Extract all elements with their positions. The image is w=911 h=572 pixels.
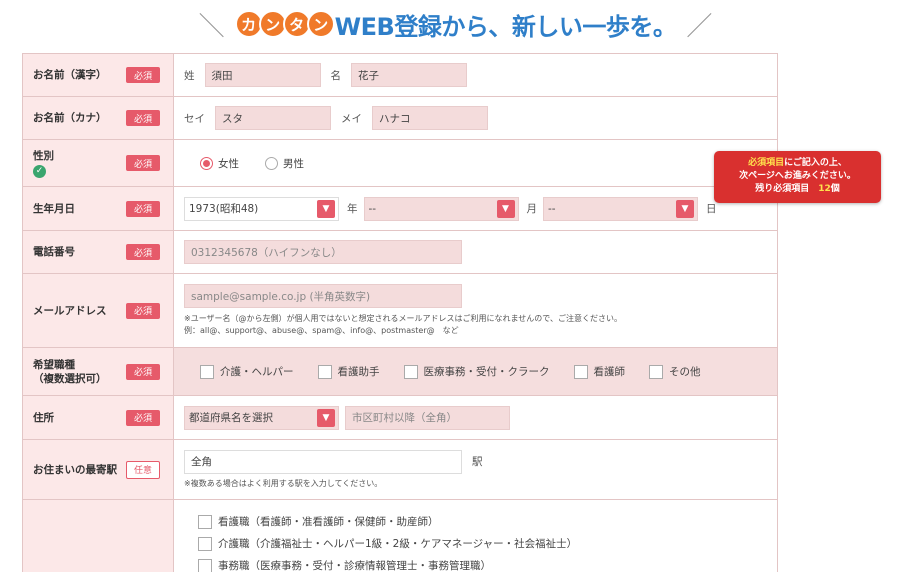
katakana-pills: カ ン タ ン bbox=[234, 10, 335, 38]
required-fields-notice: 必須項目にご記入の上、 次ページへお進みください。 残り必須項目 12個 bbox=[714, 151, 881, 203]
pill-char: ン bbox=[306, 10, 335, 38]
chevron-down-icon: ▼ bbox=[317, 408, 335, 427]
radio-unselected[interactable] bbox=[265, 156, 278, 170]
checkbox[interactable] bbox=[198, 536, 212, 551]
station-note: ※複数ある場合はよく利用する駅を入力してください。 bbox=[184, 478, 383, 488]
job-option[interactable]: 看護師 bbox=[573, 364, 625, 379]
qualification-option[interactable]: 事務職（医療事務・受付・診療情報管理士・事務管理職） bbox=[198, 558, 491, 572]
sei-label: 姓 bbox=[184, 69, 195, 82]
job-option[interactable]: 介護・ヘルパー bbox=[200, 364, 294, 379]
page-header: ＼ カ ン タ ン WEB登録から、新しい一歩を。 ／ bbox=[0, 6, 911, 42]
gender-option-female[interactable]: 女性 bbox=[200, 156, 239, 171]
chevron-down-icon: ▼ bbox=[676, 199, 694, 218]
field-sublabel: （複数選択可） bbox=[33, 372, 107, 385]
birth-month-select[interactable]: -- ▼ bbox=[363, 196, 519, 221]
required-badge: 必須 bbox=[126, 244, 160, 260]
first-name-kana-input[interactable]: ハナコ bbox=[372, 106, 488, 130]
checkbox[interactable] bbox=[649, 364, 663, 379]
required-badge: 必須 bbox=[126, 363, 160, 380]
row-name-kana: お名前（カナ） 必須 セイ スタ メイ ハナコ bbox=[22, 97, 778, 140]
qualification-option[interactable]: 介護職（介護福祉士・ヘルパー1級・2級・ケアマネージャー・社会福祉士） bbox=[198, 536, 577, 551]
station-suffix: 駅 bbox=[472, 456, 483, 468]
field-label: 電話番号 bbox=[33, 246, 75, 258]
chevron-down-icon: ▼ bbox=[317, 199, 335, 218]
field-label: お住まいの最寄駅 bbox=[33, 463, 117, 476]
field-label: 住所 bbox=[33, 411, 54, 424]
field-label: お名前（カナ） bbox=[33, 112, 107, 124]
required-badge: 必須 bbox=[126, 110, 160, 126]
row-birthday: 生年月日 必須 1973(昭和48) ▼ 年 -- ▼ 月 -- ▼ 日 bbox=[22, 187, 778, 231]
header-slash-left: ＼ bbox=[198, 11, 225, 42]
month-unit: 月 bbox=[526, 203, 538, 215]
field-label: メールアドレス bbox=[33, 304, 107, 317]
job-option[interactable]: その他 bbox=[649, 364, 701, 379]
header-slash-right: ／ bbox=[686, 11, 713, 42]
registration-form: お名前（漢字） 必須 姓 須田 名 花子 お名前（カナ） 必須 セイ スタ メイ… bbox=[22, 53, 778, 572]
mei-kana-label: メイ bbox=[341, 112, 362, 125]
remaining-count: 12 bbox=[818, 184, 831, 194]
required-badge: 必須 bbox=[126, 200, 160, 217]
checkbox[interactable] bbox=[200, 364, 214, 379]
first-name-input[interactable]: 花子 bbox=[351, 63, 467, 87]
qualification-option[interactable]: 看護職（看護師・准看護師・保健師・助産師） bbox=[198, 514, 439, 529]
last-name-input[interactable]: 須田 bbox=[204, 63, 321, 87]
row-nearest-station: お住まいの最寄駅 任意 全角 駅 ※複数ある場合はよく利用する駅を入力してくださ… bbox=[22, 440, 778, 500]
required-badge: 必須 bbox=[126, 302, 160, 319]
sei-kana-label: セイ bbox=[184, 112, 205, 125]
phone-input[interactable]: 0312345678（ハイフンなし） bbox=[184, 240, 462, 264]
checkbox[interactable] bbox=[403, 364, 418, 379]
checkbox[interactable] bbox=[198, 558, 212, 572]
last-name-kana-input[interactable]: スタ bbox=[215, 106, 331, 130]
email-input[interactable]: sample@sample.co.jp (半角英数字) bbox=[184, 284, 462, 308]
field-label: 生年月日 bbox=[33, 202, 75, 215]
checkbox[interactable] bbox=[317, 364, 332, 379]
row-gender: 性別 ✓ 必須 女性 男性 bbox=[22, 140, 778, 187]
required-badge: 必須 bbox=[126, 155, 160, 171]
job-option[interactable]: 看護助手 bbox=[317, 364, 380, 379]
notice-highlight: 必須項目 bbox=[748, 158, 785, 168]
mei-label: 名 bbox=[330, 69, 342, 82]
checkbox[interactable] bbox=[573, 364, 588, 379]
birth-day-select[interactable]: -- ▼ bbox=[543, 196, 698, 221]
check-icon: ✓ bbox=[33, 164, 46, 178]
email-note: ※ユーザー名（@から左側）が個人用ではないと想定されるメールアドレスはご利用にな… bbox=[184, 314, 622, 323]
optional-badge: 任意 bbox=[126, 460, 160, 479]
chevron-down-icon: ▼ bbox=[496, 199, 515, 218]
row-desired-job: 希望職種 （複数選択可） 必須 介護・ヘルパー 看護助手 医療事務・受付・クラー… bbox=[22, 348, 778, 396]
checkbox[interactable] bbox=[198, 514, 212, 529]
prefecture-select[interactable]: 都道府県名を選択 ▼ bbox=[184, 405, 339, 430]
required-badge: 必須 bbox=[126, 409, 160, 426]
required-badge: 必須 bbox=[126, 67, 160, 83]
radio-selected[interactable] bbox=[200, 156, 213, 170]
gender-option-male[interactable]: 男性 bbox=[265, 156, 304, 171]
row-email: メールアドレス 必須 sample@sample.co.jp (半角英数字) ※… bbox=[22, 274, 778, 348]
row-qualifications: 看護職（看護師・准看護師・保健師・助産師） 介護職（介護福祉士・ヘルパー1級・2… bbox=[22, 500, 778, 572]
row-name-kanji: お名前（漢字） 必須 姓 須田 名 花子 bbox=[22, 54, 778, 97]
year-unit: 年 bbox=[347, 203, 358, 215]
row-phone: 電話番号 必須 0312345678（ハイフンなし） bbox=[22, 231, 778, 274]
page-headline: WEB登録から、新しい一歩を。 bbox=[334, 12, 677, 41]
field-label: 性別 bbox=[33, 149, 54, 162]
field-label: 希望職種 bbox=[33, 358, 75, 371]
job-option[interactable]: 医療事務・受付・クラーク bbox=[403, 364, 550, 379]
email-example-note: 例：all@、support@、abuse@、spam@、info@、postm… bbox=[184, 326, 459, 335]
row-address: 住所 必須 都道府県名を選択 ▼ 市区町村以降（全角） bbox=[22, 396, 778, 440]
birth-year-select[interactable]: 1973(昭和48) ▼ bbox=[184, 196, 339, 221]
city-input[interactable]: 市区町村以降（全角） bbox=[345, 405, 510, 430]
day-unit: 日 bbox=[706, 203, 717, 215]
field-label: お名前（漢字） bbox=[33, 69, 107, 81]
station-input[interactable]: 全角 bbox=[184, 449, 462, 474]
